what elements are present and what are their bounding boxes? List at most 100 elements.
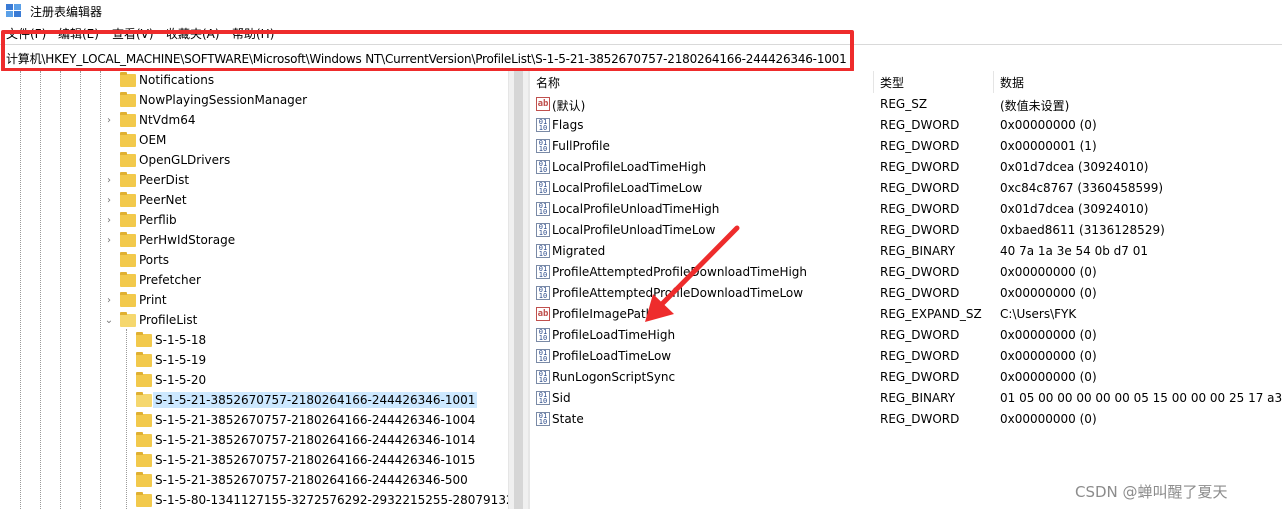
tree-item[interactable]: S-1-5-80-1341127155-3272576292-293221525… — [0, 491, 508, 509]
chevron-right-icon[interactable]: › — [104, 196, 114, 206]
value-name-cell: LocalProfileLoadTimeLow — [552, 181, 703, 195]
tree-item-label: S-1-5-21-3852670757-2180264166-244426346… — [155, 473, 468, 487]
chevron-right-icon[interactable]: › — [104, 216, 114, 226]
folder-icon — [136, 452, 152, 467]
tree-item[interactable]: NowPlayingSessionManager — [0, 91, 508, 111]
tree-item[interactable]: OpenGLDrivers — [0, 151, 508, 171]
menu-favorites[interactable]: 收藏夹(A) — [166, 25, 220, 42]
value-type-cell: REG_DWORD — [880, 223, 960, 237]
table-row[interactable]: 01 10 LocalProfileLoadTimeHigh REG_DWORD 0x… — [530, 157, 1282, 178]
tree-scrollbar-thumb[interactable] — [514, 71, 523, 509]
tree-item[interactable]: Prefetcher — [0, 271, 508, 291]
table-row[interactable]: 01 10 LocalProfileUnloadTimeHigh REG_DWORD… — [530, 199, 1282, 220]
tree-item[interactable]: S-1-5-21-3852670757-2180264166-244426346… — [0, 471, 508, 491]
column-header-type[interactable]: 类型 — [880, 74, 904, 91]
value-type-cell: REG_BINARY — [880, 391, 956, 405]
table-row[interactable]: 01 10 ProfileAttemptedProfileDownloadTime… — [530, 262, 1282, 283]
value-type-cell: REG_DWORD — [880, 370, 960, 384]
value-list[interactable]: 名称 类型 数据 ab (默认) REG_SZ (数值未设置) 01 10 Flags RE… — [530, 71, 1282, 509]
address-path[interactable]: 计算机\HKEY_LOCAL_MACHINE\SOFTWARE\Microsof… — [6, 50, 847, 67]
chevron-right-icon[interactable]: › — [104, 116, 114, 126]
value-name-cell: LocalProfileUnloadTimeHigh — [552, 202, 720, 216]
value-name-cell: LocalProfileUnloadTimeLow — [552, 223, 716, 237]
folder-icon — [120, 152, 136, 167]
tree-item[interactable]: › PeerNet — [0, 191, 508, 211]
table-row[interactable]: 01 10 LocalProfileLoadTimeLow REG_DWORD 0xc… — [530, 178, 1282, 199]
tree-item[interactable]: S-1-5-18 — [0, 331, 508, 351]
menu-view[interactable]: 查看(V) — [112, 25, 154, 42]
tree-item[interactable]: S-1-5-21-3852670757-2180264166-244426346… — [0, 451, 508, 471]
value-data-cell: 0x00000001 (1) — [1000, 139, 1097, 153]
list-header: 名称 类型 数据 — [530, 71, 1282, 93]
value-data-cell: 0x00000000 (0) — [1000, 118, 1097, 132]
value-name-cell: Migrated — [552, 244, 606, 258]
value-name-cell: ProfileImagePath — [552, 307, 654, 321]
tree-item-label: PeerDist — [139, 173, 190, 187]
tree-item[interactable]: Ports — [0, 251, 508, 271]
column-separator[interactable] — [993, 71, 994, 93]
chevron-down-icon[interactable]: ⌄ — [104, 316, 114, 326]
value-type-cell: REG_DWORD — [880, 118, 960, 132]
value-data-cell: 0x00000000 (0) — [1000, 328, 1097, 342]
value-name-cell: (默认) — [552, 99, 586, 113]
table-row[interactable]: ab ProfileImagePath REG_EXPAND_SZ C:\Users\… — [530, 304, 1282, 325]
tree-item[interactable]: OEM — [0, 131, 508, 151]
tree-item[interactable]: › PeerDist — [0, 171, 508, 191]
chevron-right-icon[interactable]: › — [104, 176, 114, 186]
tree-item[interactable]: › Print — [0, 291, 508, 311]
binary-value-icon: 01 10 — [536, 244, 550, 258]
chevron-right-icon[interactable]: › — [104, 296, 114, 306]
table-row[interactable]: 01 10 Migrated REG_BINARY 40 7a 1a 3e 54 0b… — [530, 241, 1282, 262]
tree-item-label: S-1-5-80-1341127155-3272576292-293221525… — [155, 493, 508, 507]
tree-item[interactable]: S-1-5-20 — [0, 371, 508, 391]
menu-edit[interactable]: 编辑(E) — [58, 25, 99, 42]
address-bar[interactable]: 计算机\HKEY_LOCAL_MACHINE\SOFTWARE\Microsof… — [0, 44, 1282, 72]
binary-value-icon: 01 10 — [536, 223, 550, 237]
tree-item[interactable]: S-1-5-21-3852670757-2180264166-244426346… — [0, 431, 508, 451]
value-type-cell: REG_DWORD — [880, 328, 960, 342]
tree-scrollbar[interactable] — [508, 71, 529, 509]
column-header-data[interactable]: 数据 — [1000, 74, 1024, 91]
table-row[interactable]: 01 10 Flags REG_DWORD 0x00000000 (0) — [530, 115, 1282, 136]
folder-icon — [120, 192, 136, 207]
table-row[interactable]: 01 10 RunLogonScriptSync REG_DWORD 0x000000… — [530, 367, 1282, 388]
column-separator[interactable] — [873, 71, 874, 93]
tree-item-label: Print — [139, 293, 167, 307]
binary-value-icon: 01 10 — [536, 349, 550, 363]
table-row[interactable]: ab (默认) REG_SZ (数值未设置) — [530, 94, 1282, 115]
table-row[interactable]: 01 10 ProfileLoadTimeLow REG_DWORD 0x000000… — [530, 346, 1282, 367]
menu-help[interactable]: 帮助(H) — [232, 25, 274, 42]
key-tree[interactable]: Notifications NowPlayingSessionManager › Nt… — [0, 71, 508, 509]
value-name-cell: ProfileAttemptedProfileDownloadTimeHigh — [552, 265, 808, 279]
chevron-right-icon[interactable]: › — [104, 236, 114, 246]
folder-icon — [120, 312, 136, 327]
tree-item[interactable]: › NtVdm64 — [0, 111, 508, 131]
table-row[interactable]: 01 10 FullProfile REG_DWORD 0x00000001 (1) — [530, 136, 1282, 157]
tree-item[interactable]: S-1-5-19 — [0, 351, 508, 371]
watermark: CSDN @蝉叫醒了夏天 — [1075, 483, 1228, 501]
binary-value-icon: 01 10 — [536, 202, 550, 216]
table-row[interactable]: 01 10 ProfileAttemptedProfileDownloadTime… — [530, 283, 1282, 304]
value-type-cell: REG_DWORD — [880, 181, 960, 195]
tree-item[interactable]: › PerHwIdStorage — [0, 231, 508, 251]
tree-item[interactable]: S-1-5-21-3852670757-2180264166-244426346… — [0, 411, 508, 431]
tree-item-label: S-1-5-21-3852670757-2180264166-244426346… — [155, 453, 476, 467]
table-row[interactable]: 01 10 ProfileLoadTimeHigh REG_DWORD 0x00000… — [530, 325, 1282, 346]
table-row[interactable]: 01 10 LocalProfileUnloadTimeLow REG_DWORD 0… — [530, 220, 1282, 241]
table-row[interactable]: 01 10 State REG_DWORD 0x00000000 (0) — [530, 409, 1282, 430]
window-title: 注册表编辑器 — [30, 5, 103, 19]
tree-item[interactable]: › Perflib — [0, 211, 508, 231]
table-row[interactable]: 01 10 Sid REG_BINARY 01 05 00 00 00 00 00 0… — [530, 388, 1282, 409]
tree-item[interactable]: ⌄ ProfileList — [0, 311, 508, 331]
value-data-cell: 0x00000000 (0) — [1000, 370, 1097, 384]
tree-item[interactable]: Notifications — [0, 71, 508, 91]
tree-item[interactable]: S-1-5-21-3852670757-2180264166-244426346… — [0, 391, 508, 411]
binary-value-icon: 01 10 — [536, 412, 550, 426]
folder-icon — [136, 412, 152, 427]
tree-item-label: Notifications — [139, 73, 215, 87]
column-header-name[interactable]: 名称 — [536, 74, 560, 91]
value-name-cell: State — [552, 412, 584, 426]
menu-file[interactable]: 文件(F) — [6, 25, 46, 42]
menu-bar: 文件(F) 编辑(E) 查看(V) 收藏夹(A) 帮助(H) — [0, 22, 1282, 42]
binary-value-icon: 01 10 — [536, 370, 550, 384]
